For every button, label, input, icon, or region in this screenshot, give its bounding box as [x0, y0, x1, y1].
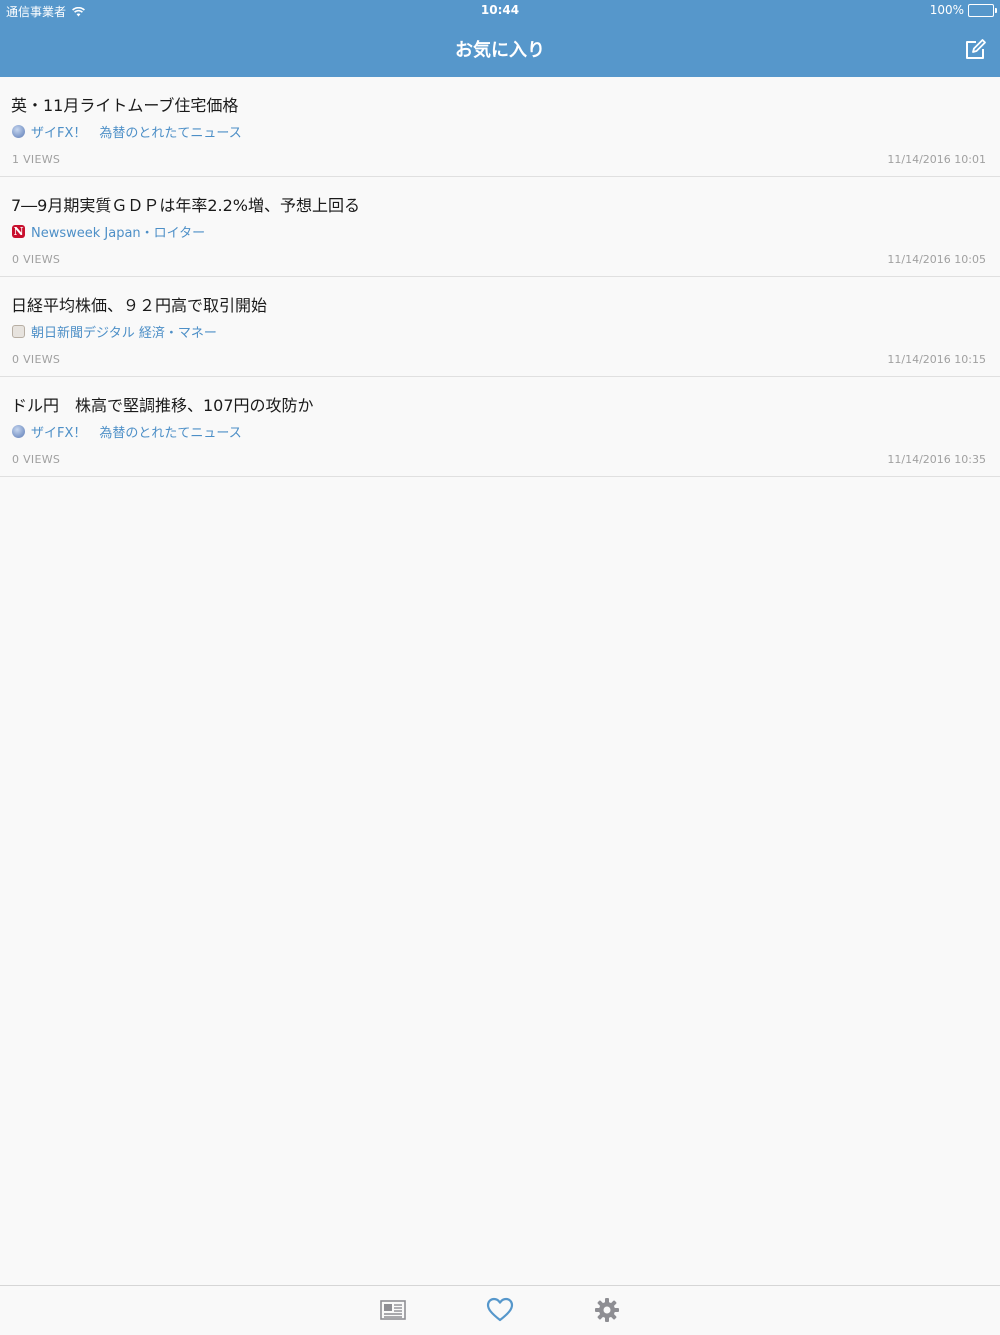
favorites-list: 英・11月ライトムーブ住宅価格 ザイFX！ 為替のとれたてニュース 1 VIEW… — [0, 77, 1000, 477]
edit-button[interactable] — [962, 37, 988, 63]
battery-percent: 100% — [929, 3, 964, 17]
article-date: 11/14/2016 10:05 — [887, 253, 986, 266]
tab-favorites[interactable] — [484, 1294, 516, 1326]
asahi-logo-icon — [12, 325, 25, 338]
battery-icon — [968, 3, 997, 17]
article-title: 英・11月ライトムーブ住宅価格 — [11, 96, 239, 115]
article-source[interactable]: ザイFX！ 為替のとれたてニュース — [12, 422, 242, 441]
article-source[interactable]: N Newsweek Japan・ロイター — [12, 222, 205, 241]
source-name: Newsweek Japan・ロイター — [31, 226, 206, 241]
view-count: 0 VIEWS — [12, 353, 61, 366]
source-name: ザイFX！ 為替のとれたてニュース — [31, 426, 242, 441]
article-source[interactable]: 朝日新聞デジタル 経済・マネー — [12, 322, 217, 341]
newspaper-icon — [380, 1300, 406, 1320]
article-row[interactable]: 7―9月期実質ＧＤＰは年率2.2%増、予想上回る N Newsweek Japa… — [0, 177, 1000, 277]
article-date: 11/14/2016 10:35 — [887, 453, 986, 466]
tab-news[interactable] — [377, 1294, 409, 1326]
gear-icon — [595, 1298, 619, 1322]
source-name: 朝日新聞デジタル 経済・マネー — [31, 326, 217, 341]
article-title: 日経平均株価、９２円高で取引開始 — [11, 296, 268, 315]
article-title: ドル円 株高で堅調推移、107円の攻防か — [11, 396, 314, 415]
article-row[interactable]: 日経平均株価、９２円高で取引開始 朝日新聞デジタル 経済・マネー 0 VIEWS… — [0, 277, 1000, 377]
view-count: 0 VIEWS — [12, 453, 61, 466]
globe-icon — [12, 125, 25, 138]
compose-icon — [966, 39, 986, 59]
article-title: 7―9月期実質ＧＤＰは年率2.2%増、予想上回る — [11, 196, 361, 215]
newsweek-logo-icon: N — [12, 225, 25, 238]
source-name: ザイFX！ 為替のとれたてニュース — [31, 126, 242, 141]
article-row[interactable]: ドル円 株高で堅調推移、107円の攻防か ザイFX！ 為替のとれたてニュース 0… — [0, 377, 1000, 477]
status-bar: 通信事業者 10:44 100% — [0, 0, 1000, 20]
globe-icon — [12, 425, 25, 438]
clock: 10:44 — [480, 3, 520, 17]
battery-indicator: 100% — [929, 3, 997, 17]
view-count: 1 VIEWS — [12, 153, 61, 166]
article-date: 11/14/2016 10:01 — [887, 153, 986, 166]
tab-settings[interactable] — [591, 1294, 623, 1326]
tab-bar — [0, 1285, 1000, 1335]
heart-icon — [486, 1297, 514, 1322]
article-date: 11/14/2016 10:15 — [887, 353, 986, 366]
navigation-bar: 通信事業者 10:44 100% お気に入り — [0, 0, 1000, 77]
article-row[interactable]: 英・11月ライトムーブ住宅価格 ザイFX！ 為替のとれたてニュース 1 VIEW… — [0, 77, 1000, 177]
page-title: お気に入り — [455, 40, 545, 61]
article-source[interactable]: ザイFX！ 為替のとれたてニュース — [12, 122, 242, 141]
view-count: 0 VIEWS — [12, 253, 61, 266]
